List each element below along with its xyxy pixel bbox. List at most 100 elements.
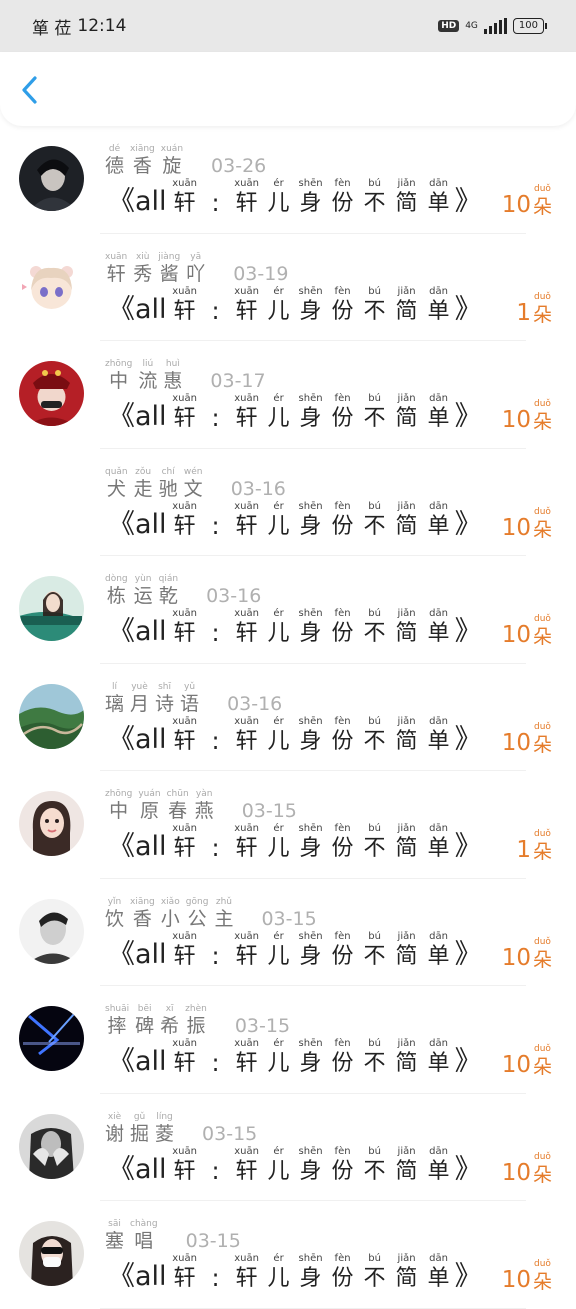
sender-name[interactable]: quǎn 犬 zǒu 走 chí 驰 wén 文 (105, 467, 209, 500)
sender-name[interactable]: dé 德 xiāng 香 xuán 旋 (105, 144, 189, 177)
sender-name[interactable]: zhōng 中 liú 流 huì 惠 (105, 359, 188, 392)
work-title[interactable]: 《 all xuān 轩: xuān 轩 ér 儿 shēn 身 fèn 份 bú 不 jiǎn 简 dān 单》 (108, 501, 482, 541)
title-char: fèn 份 (327, 1038, 359, 1078)
avatar[interactable] (19, 1221, 84, 1286)
gift-row[interactable]: dòng 栋 yùn 运 qián 乾 03-16 《 all xuān 轩: xuān 轩 ér 儿 shē… (0, 556, 576, 664)
work-title[interactable]: 《 all xuān 轩: xuān 轩 ér 儿 shēn 身 fèn 份 bú 不 jiǎn 简 dān 单》 (108, 716, 482, 756)
hanzi: 简 (395, 621, 418, 646)
title-char: shēn 身 (295, 608, 327, 648)
name-char: yuè 月 (130, 682, 149, 715)
hanzi: 不 (363, 1266, 386, 1291)
work-title[interactable]: 《 all xuān 轩: xuān 轩 ér 儿 shēn 身 fèn 份 bú 不 jiǎn 简 dān 单》 (108, 608, 482, 648)
pinyin: fèn (334, 823, 351, 834)
hanzi: 酱 (159, 262, 179, 285)
date: 03-16 (230, 477, 286, 500)
gift-row[interactable]: shuāi 摔 bēi 碑 xī 希 zhèn 振 03-15 《 all xuān 轩: xuān 轩 ér… (0, 986, 576, 1094)
avatar[interactable] (19, 683, 84, 749)
sender-name[interactable]: dòng 栋 yùn 运 qián 乾 (105, 574, 184, 607)
gift-row[interactable]: quǎn 犬 zǒu 走 chí 驰 wén 文 03-16 《 all xuān 轩: xuān 轩 ér 儿… (0, 449, 576, 556)
hanzi: 主 (214, 907, 234, 930)
pinyin: yuán (138, 789, 161, 799)
sender-name[interactable]: xiè 谢 gǔ 掘 líng 菱 (105, 1112, 180, 1145)
avatar[interactable] (19, 898, 84, 964)
avatar[interactable] (19, 791, 84, 856)
sender-name[interactable]: zhōng 中 yuán 原 chūn 春 yàn 燕 (105, 789, 220, 822)
sender-name[interactable]: sāi 塞 chàng 唱 (105, 1219, 164, 1252)
work-title[interactable]: 《 all xuān 轩: xuān 轩 ér 儿 shēn 身 fèn 份 bú 不 jiǎn 简 dān 单》 (108, 1038, 482, 1078)
gift-list: dé 德 xiāng 香 xuán 旋 03-26 《 all xuān 轩: xuān 轩 ér 儿 shē… (0, 126, 576, 1309)
work-title[interactable]: 《 all xuān 轩: xuān 轩 ér 儿 shēn 身 fèn 份 bú 不 jiǎn 简 dān 单》 (108, 823, 482, 863)
sender-name[interactable]: xuān 轩 xiù 秀 jiàng 酱 yā 吖 (105, 252, 211, 285)
hanzi: 轩 (173, 943, 196, 969)
hanzi: 轩 (173, 836, 196, 861)
sender-name[interactable]: yǐn 饮 xiāng 香 xiǎo 小 gōng 公 zhǔ 主 (105, 897, 239, 930)
title-char: dān 单 (423, 501, 455, 541)
hanzi: 简 (395, 406, 418, 431)
gift-row[interactable]: sāi 塞 chàng 唱 03-15 《 all xuān 轩: xuān 轩 ér 儿 shēn 身 fè… (0, 1201, 576, 1309)
back-button[interactable] (18, 74, 46, 106)
hanzi: 轩 (173, 298, 196, 324)
avatar[interactable] (19, 1113, 84, 1179)
gift-row[interactable]: lí 璃 yuè 月 shī 诗 yǔ 语 03-16 《 all xuān 轩: xuān 轩 ér 儿 shē… (0, 664, 576, 771)
avatar[interactable] (19, 576, 84, 641)
hanzi: 朵 (532, 411, 552, 433)
title-char: xuān 轩 (231, 1038, 263, 1078)
avatar[interactable] (19, 469, 84, 534)
title-close-bracket: 》 (454, 1046, 482, 1077)
sender-line: quǎn 犬 zǒu 走 chí 驰 wén 文 03-16 (105, 467, 286, 500)
work-title[interactable]: 《 all xuān 轩: xuān 轩 ér 儿 shēn 身 fèn 份 bú 不 jiǎn 简 dān 单》 (108, 286, 482, 326)
gift-row[interactable]: xuān 轩 xiù 秀 jiàng 酱 yā 吖 03-19 《 all xuān 轩: xuān 轩 ér… (0, 234, 576, 341)
pinyin: fèn (334, 178, 351, 189)
pinyin: xuān (172, 823, 197, 834)
title-char: jiǎn 简 (391, 823, 423, 863)
name-char: dòng 栋 (105, 574, 128, 607)
pinyin: duǒ (534, 506, 551, 517)
pinyin: ér (273, 285, 284, 297)
title-char: bú 不 (359, 823, 391, 863)
pinyin: xuān (172, 500, 197, 512)
work-title[interactable]: 《 all xuān 轩: xuān 轩 ér 儿 shēn 身 fèn 份 bú 不 jiǎn 简 dān 单》 (108, 1146, 482, 1186)
pinyin: huì (165, 359, 180, 369)
pinyin: fèn (334, 1145, 351, 1157)
title-char: bú 不 (359, 393, 391, 433)
hanzi: 简 (395, 1158, 418, 1184)
work-title[interactable]: 《 all xuān 轩: xuān 轩 ér 儿 shēn 身 fèn 份 bú 不 jiǎn 简 dān 单》 (108, 393, 482, 433)
work-title[interactable]: 《 all xuān 轩: xuān 轩 ér 儿 shēn 身 fèn 份 bú 不 jiǎn 简 dān 单》 (108, 1253, 482, 1293)
flower-count: 10 duǒ 朵 (502, 937, 552, 972)
pinyin: xuān (234, 285, 259, 297)
hanzi: 月 (130, 692, 150, 715)
pinyin: bú (368, 285, 381, 297)
pinyin: xuān (234, 500, 259, 512)
gift-row[interactable]: zhōng 中 liú 流 huì 惠 03-17 《 all xuān 轩: xuān 轩 ér 儿 shē… (0, 341, 576, 449)
avatar[interactable] (19, 1006, 84, 1071)
sender-name[interactable]: lí 璃 yuè 月 shī 诗 yǔ 语 (105, 682, 205, 715)
pinyin: bú (368, 178, 381, 189)
avatar[interactable] (19, 253, 84, 319)
title-char: fèn 份 (327, 501, 359, 541)
pinyin: zhǔ (215, 896, 233, 907)
gift-row[interactable]: xiè 谢 gǔ 掘 líng 菱 03-15 《 all xuān 轩: xuān 轩 ér 儿 shēn 身… (0, 1094, 576, 1201)
count-unit: duǒ 朵 (533, 507, 552, 542)
gift-row[interactable]: zhōng 中 yuán 原 chūn 春 yàn 燕 03-15 《 all xuān 轩: xuān 轩… (0, 771, 576, 879)
name-char: líng 菱 (155, 1112, 174, 1145)
hanzi: 朵 (532, 196, 552, 218)
pinyin: ér (273, 393, 284, 404)
avatar[interactable] (19, 361, 84, 426)
date: 03-26 (211, 155, 267, 177)
gift-row[interactable]: dé 德 xiāng 香 xuán 旋 03-26 《 all xuān 轩: xuān 轩 ér 儿 shē… (0, 126, 576, 234)
pinyin: bú (368, 823, 381, 834)
pinyin: dān (429, 500, 448, 512)
title-all: all (135, 293, 167, 325)
hanzi: 秀 (133, 262, 153, 285)
pinyin: shēn (298, 1038, 323, 1049)
title-char: bú 不 (359, 501, 391, 541)
pinyin: ér (273, 823, 284, 834)
avatar[interactable] (19, 146, 84, 211)
count-unit: duǒ 朵 (533, 722, 552, 757)
gift-row[interactable]: yǐn 饮 xiāng 香 xiǎo 小 gōng 公 zhǔ 主 03-15 《 all xuān 轩: x… (0, 879, 576, 986)
work-title[interactable]: 《 all xuān 轩: xuān 轩 ér 儿 shēn 身 fèn 份 bú 不 jiǎn 简 dān 单》 (108, 178, 482, 218)
sender-name[interactable]: shuāi 摔 bēi 碑 xī 希 zhèn 振 (105, 1004, 213, 1037)
title-char: dān 单 (423, 393, 455, 433)
work-title[interactable]: 《 all xuān 轩: xuān 轩 ér 儿 shēn 身 fèn 份 bú 不 jiǎn 简 dān 单》 (108, 931, 482, 971)
hanzi: 儿 (267, 513, 290, 539)
